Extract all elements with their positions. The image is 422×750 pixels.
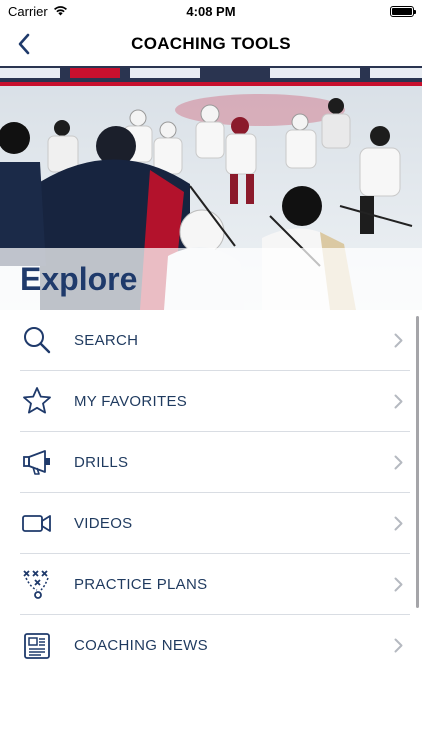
chevron-right-icon: [390, 515, 406, 531]
chevron-right-icon: [390, 454, 406, 470]
star-icon: [20, 384, 54, 418]
menu-item-videos[interactable]: VIDEOS: [20, 493, 410, 554]
chevron-left-icon: [18, 33, 30, 55]
page-title: COACHING TOOLS: [131, 34, 291, 53]
status-bar: Carrier 4:08 PM: [0, 0, 422, 22]
megaphone-icon: [20, 445, 54, 479]
status-left: Carrier: [8, 4, 68, 19]
scrollbar[interactable]: [416, 316, 419, 608]
menu-item-favorites[interactable]: MY FAVORITES: [20, 371, 410, 432]
menu-item-label: SEARCH: [74, 331, 139, 349]
hero-image: Explore: [0, 66, 422, 310]
newspaper-icon: [20, 629, 54, 663]
chevron-right-icon: [390, 638, 406, 654]
back-button[interactable]: [8, 28, 40, 60]
menu-item-practice-plans[interactable]: PRACTICE PLANS: [20, 554, 410, 615]
menu-item-search[interactable]: SEARCH: [20, 310, 410, 371]
wifi-icon: [53, 4, 68, 19]
menu-item-label: COACHING NEWS: [74, 637, 208, 654]
explore-heading: Explore: [20, 260, 138, 297]
chevron-right-icon: [390, 332, 406, 348]
menu-item-label: DRILLS: [74, 453, 129, 471]
play-diagram-icon: [20, 567, 54, 601]
battery-icon: [390, 5, 416, 17]
menu-item-label: VIDEOS: [74, 514, 133, 532]
carrier-label: Carrier: [8, 3, 48, 19]
menu-item-label: MY FAVORITES: [74, 392, 188, 410]
menu-item-drills[interactable]: DRILLS: [20, 432, 410, 493]
search-icon: [20, 323, 54, 357]
chevron-right-icon: [390, 576, 406, 592]
video-camera-icon: [20, 506, 54, 540]
menu-item-label: PRACTICE PLANS: [74, 575, 208, 593]
chevron-right-icon: [390, 393, 406, 409]
explore-banner: Explore: [0, 248, 422, 310]
menu-item-coaching-news[interactable]: COACHING NEWS: [20, 615, 410, 676]
navigation-bar: COACHING TOOLS: [0, 22, 422, 66]
coaching-tools-menu: SEARCH MY FAVORITES DRILLS VIDEOS PRACTI…: [0, 310, 422, 676]
